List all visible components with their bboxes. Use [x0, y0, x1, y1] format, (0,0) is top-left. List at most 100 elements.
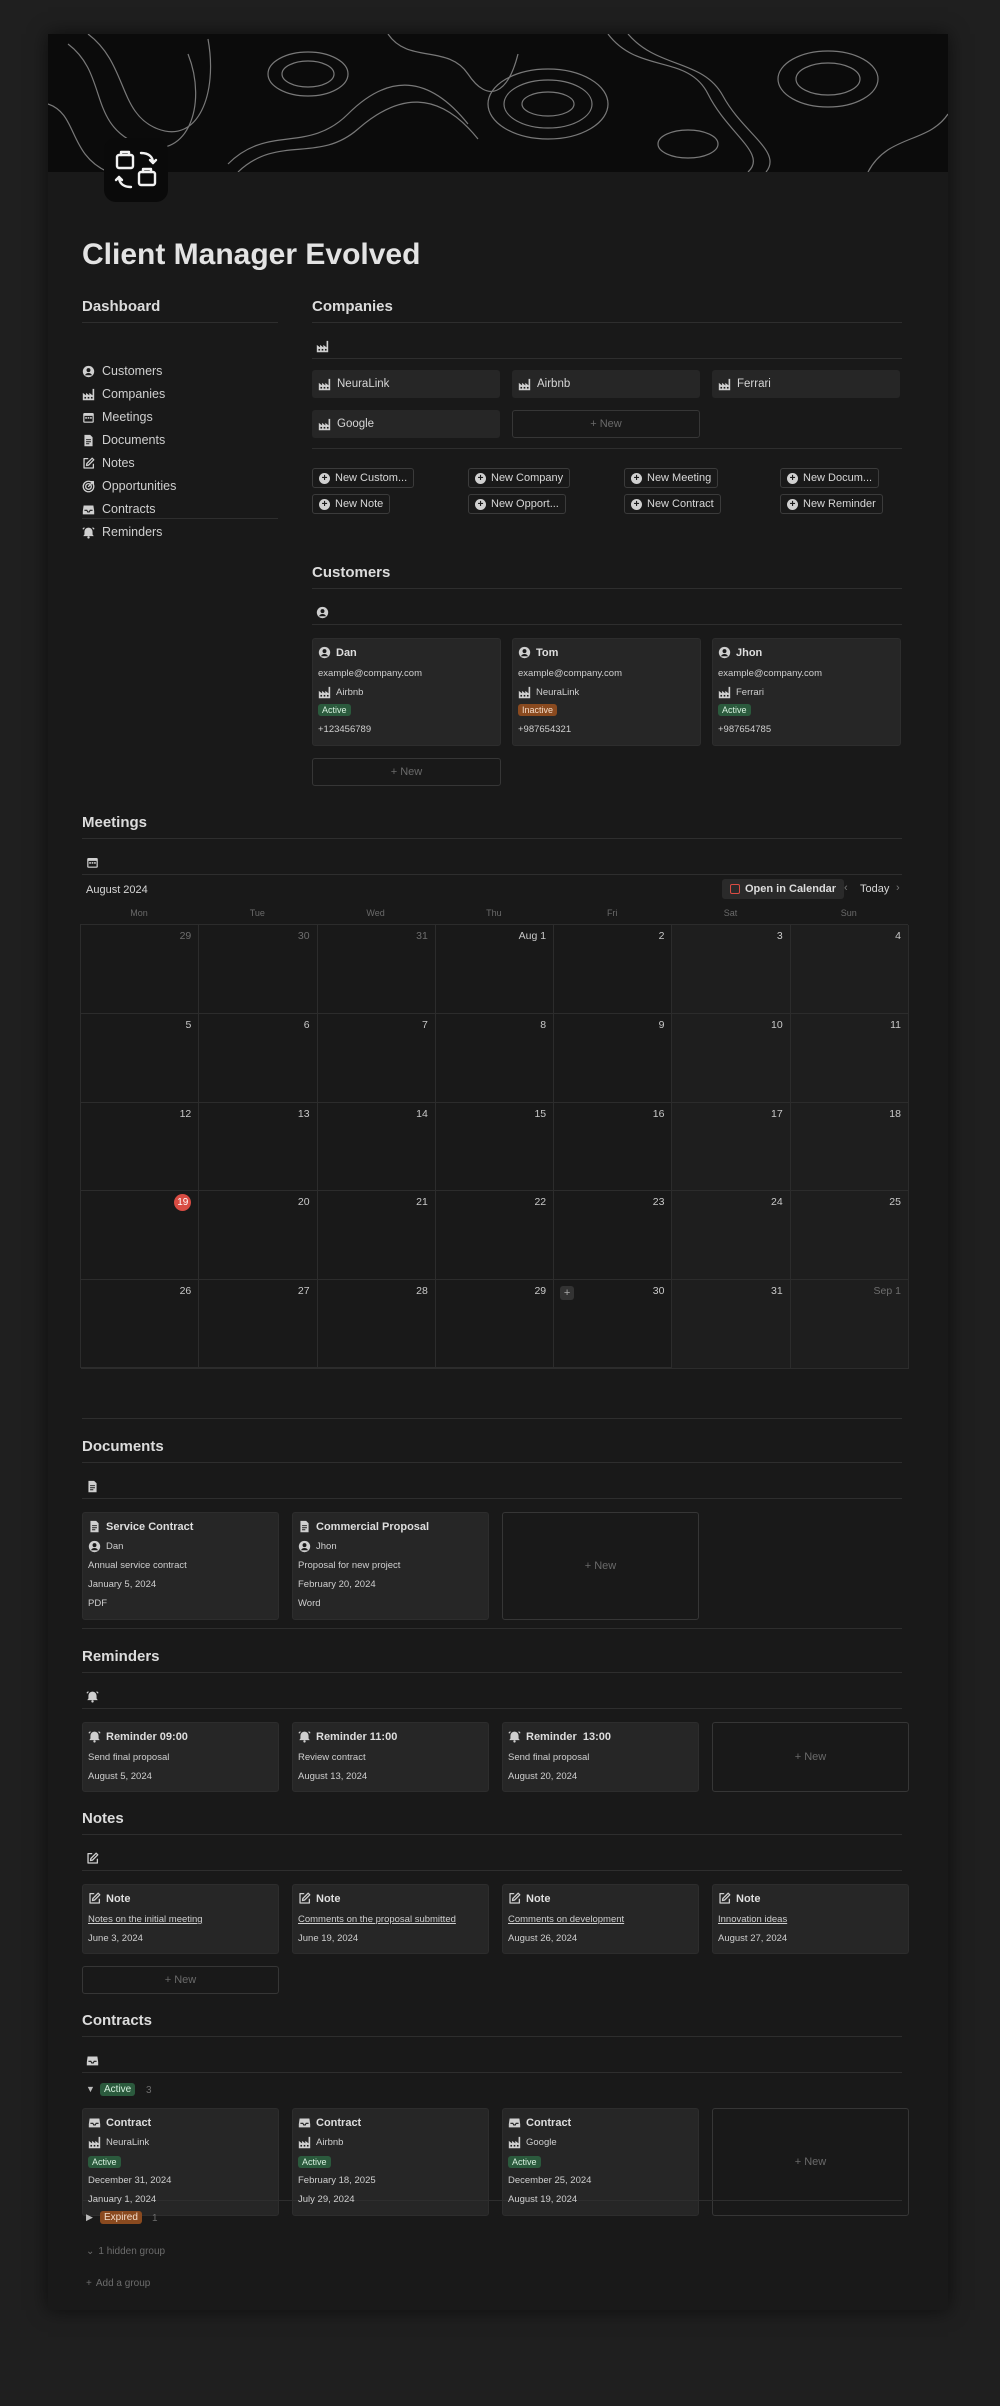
company-tile[interactable]: NeuraLink: [312, 370, 500, 398]
companies-new-button[interactable]: + New: [512, 410, 700, 438]
cover-image[interactable]: [48, 34, 948, 172]
day-number: Aug 1: [518, 930, 547, 942]
document-icon[interactable]: [86, 1480, 99, 1498]
day-number: 24: [771, 1196, 783, 1209]
inbox-icon: [508, 2116, 521, 2129]
add-group-button[interactable]: + Add a group: [86, 2278, 150, 2289]
factory-icon: [518, 686, 531, 699]
expired-group-badge[interactable]: Expired: [100, 2211, 142, 2224]
quick-action-button[interactable]: + New Custom...: [312, 468, 415, 488]
prev-month-chevron-icon[interactable]: ‹: [844, 882, 848, 894]
quick-action-button[interactable]: + New Opport...: [468, 494, 566, 514]
note-link[interactable]: Innovation ideas: [718, 1914, 787, 1925]
note-link[interactable]: Comments on development: [508, 1914, 624, 1925]
inbox-icon[interactable]: [86, 2054, 99, 2072]
calendar-day-cell[interactable]: 31: [672, 1280, 791, 1369]
customers-new-button[interactable]: + New: [312, 758, 501, 786]
note-link[interactable]: Comments on the proposal submitted: [298, 1914, 456, 1925]
calendar-day-cell[interactable]: 10: [672, 1013, 791, 1103]
note-date: August 27, 2024: [718, 1933, 788, 1944]
dashboard-link-companies[interactable]: Companies: [82, 387, 165, 401]
person-circle-icon[interactable]: [316, 606, 329, 624]
dashboard-link-notes[interactable]: Notes: [82, 456, 135, 470]
reminders-new-button[interactable]: + New: [712, 1722, 909, 1792]
calendar-day-cell[interactable]: 14: [317, 1102, 436, 1192]
add-event-plus-icon[interactable]: +: [560, 1286, 575, 1301]
open-in-calendar-button[interactable]: Open in Calendar: [722, 879, 845, 899]
calendar-day-cell[interactable]: 29: [81, 925, 200, 1014]
quick-action-label: New Opport...: [491, 498, 559, 510]
company-tile[interactable]: Google: [312, 410, 500, 438]
app-icon[interactable]: [104, 138, 168, 202]
calendar-day-cell[interactable]: 8: [435, 1013, 555, 1103]
calendar-day-cell[interactable]: 16: [554, 1102, 673, 1192]
note-link[interactable]: Notes on the initial meeting: [88, 1914, 203, 1925]
calendar-day-cell[interactable]: 26: [81, 1280, 200, 1369]
weekday-header: Thu: [486, 908, 502, 918]
active-group-badge[interactable]: Active: [100, 2083, 136, 2096]
calendar-day-cell[interactable]: 3: [672, 925, 791, 1014]
dashboard-link-contracts[interactable]: Contracts: [82, 502, 156, 516]
dashboard-link-opportunities[interactable]: Opportunities: [82, 479, 176, 493]
documents-new-button[interactable]: + New: [502, 1512, 699, 1620]
calendar-day-cell[interactable]: 27: [199, 1280, 318, 1369]
today-button[interactable]: Today: [860, 883, 889, 895]
quick-action-button[interactable]: + New Company: [468, 468, 571, 488]
calendar-day-cell[interactable]: 11: [790, 1013, 909, 1103]
document-type: PDF: [88, 1598, 107, 1609]
calendar-day-cell[interactable]: 9: [554, 1013, 673, 1103]
calendar-day-cell[interactable]: 13: [199, 1102, 318, 1192]
dashboard-link-meetings[interactable]: Meetings: [82, 410, 153, 424]
calendar-day-cell[interactable]: 30: [199, 925, 318, 1014]
company-tile[interactable]: Ferrari: [712, 370, 900, 398]
calendar-day-cell[interactable]: Aug 1: [435, 925, 555, 1014]
dashboard-link-customers[interactable]: Customers: [82, 364, 162, 378]
edit-note-icon: [508, 1892, 521, 1905]
customer-name: Jhon: [736, 646, 763, 659]
calendar-day-cell[interactable]: 21: [317, 1191, 436, 1281]
calendar-day-cell[interactable]: 4: [790, 925, 909, 1014]
calendar-day-cell[interactable]: 17: [672, 1102, 791, 1192]
dashboard-link-reminders[interactable]: Reminders: [82, 525, 162, 539]
calendar-day-cell[interactable]: 5: [81, 1013, 200, 1103]
alarm-icon[interactable]: [86, 1690, 99, 1708]
quick-action-button[interactable]: + New Reminder: [780, 494, 883, 514]
company-tile[interactable]: Airbnb: [512, 370, 700, 398]
collapse-active-toggle[interactable]: ▼: [86, 2084, 95, 2094]
document-title: Service Contract: [106, 1520, 194, 1533]
calendar-day-cell[interactable]: 31: [317, 925, 436, 1014]
calendar-day-cell[interactable]: 12: [81, 1102, 200, 1192]
calendar-icon[interactable]: [86, 856, 99, 874]
expand-expired-toggle[interactable]: ▶: [86, 2212, 93, 2223]
edit-note-icon[interactable]: [86, 1852, 99, 1870]
person-circle-icon: [298, 1540, 311, 1553]
calendar-day-cell[interactable]: 18: [790, 1102, 909, 1192]
calendar-day-cell[interactable]: 24: [672, 1191, 791, 1281]
calendar-day-cell[interactable]: 19: [81, 1191, 200, 1281]
calendar-day-cell[interactable]: Sep 1: [790, 1280, 909, 1369]
factory-icon[interactable]: [316, 340, 329, 358]
calendar-day-cell[interactable]: 6: [199, 1013, 318, 1103]
quick-action-button[interactable]: + New Contract: [624, 494, 721, 514]
next-month-chevron-icon[interactable]: ›: [896, 882, 900, 894]
calendar-day-cell[interactable]: 22: [435, 1191, 555, 1281]
calendar-day-cell[interactable]: 23: [554, 1191, 673, 1281]
quick-action-button[interactable]: + New Meeting: [624, 468, 719, 488]
document-person-row: Jhon: [298, 1540, 337, 1553]
calendar-day-cell[interactable]: 15: [435, 1102, 555, 1192]
document-icon: [88, 1520, 101, 1533]
quick-action-button[interactable]: + New Docum...: [780, 468, 880, 488]
hidden-group-toggle[interactable]: ⌄ 1 hidden group: [86, 2246, 165, 2257]
weekday-header: Fri: [606, 908, 618, 918]
dashboard-link-label: Customers: [102, 364, 163, 378]
dashboard-link-documents[interactable]: Documents: [82, 433, 165, 447]
quick-action-button[interactable]: + New Note: [312, 494, 391, 514]
calendar-day-cell[interactable]: 20: [199, 1191, 318, 1281]
calendar-day-cell[interactable]: 2: [554, 925, 673, 1014]
calendar-day-cell[interactable]: 25: [790, 1191, 909, 1281]
customer-company-row: Airbnb: [318, 686, 363, 699]
calendar-day-cell[interactable]: 28: [317, 1280, 436, 1369]
calendar-day-cell[interactable]: 7: [317, 1013, 436, 1103]
notes-new-button[interactable]: + New: [82, 1966, 279, 1994]
calendar-day-cell[interactable]: 29: [435, 1280, 555, 1369]
